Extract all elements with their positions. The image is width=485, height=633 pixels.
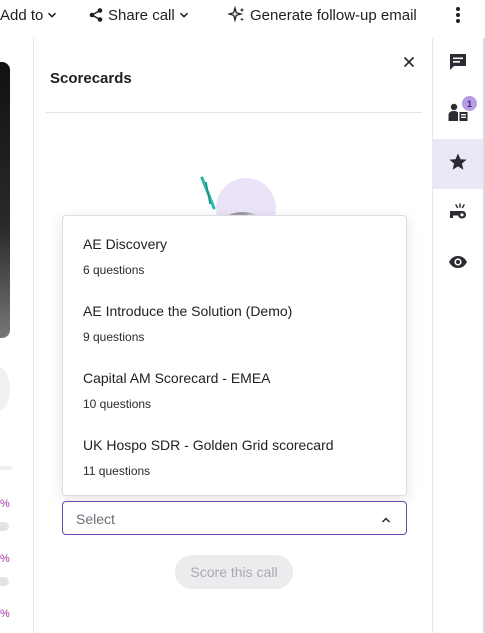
scorecard-select[interactable]: Select <box>62 501 407 535</box>
avatar <box>0 366 10 412</box>
generate-email-label: Generate follow-up email <box>250 6 417 24</box>
scorecards-panel: Scorecards AE Discovery 6 questions AE I… <box>34 38 432 633</box>
dropdown-option[interactable]: UK Hospo SDR - Golden Grid scorecard 11 … <box>63 417 406 483</box>
video-player[interactable] <box>0 62 10 338</box>
close-icon <box>403 55 415 73</box>
option-name: UK Hospo SDR - Golden Grid scorecard <box>83 437 334 453</box>
dropdown-option[interactable]: Capital AM Scorecard - EMEA 10 questions <box>63 350 406 416</box>
comment-icon <box>448 52 468 77</box>
participants-button[interactable]: 1 <box>433 89 483 139</box>
percent-label: % <box>0 498 10 510</box>
dropdown-option[interactable]: AE Discovery 6 questions <box>63 216 406 282</box>
star-icon <box>448 152 468 177</box>
share-call-button[interactable]: Share call <box>88 0 189 30</box>
left-content-strip: % % % <box>0 38 34 633</box>
chevron-up-icon <box>380 513 392 525</box>
eye-icon <box>448 255 468 274</box>
percent-label: % <box>0 608 10 620</box>
progress-bar <box>0 577 9 586</box>
generate-email-button[interactable]: Generate follow-up email <box>228 0 421 30</box>
comments-button[interactable] <box>433 39 483 89</box>
sparkle-icon <box>228 6 246 24</box>
select-value: Select <box>76 511 115 527</box>
share-icon <box>88 7 104 23</box>
option-name: Capital AM Scorecard - EMEA <box>83 370 271 386</box>
right-sidebar: 1 <box>432 38 485 633</box>
option-name: AE Discovery <box>83 236 168 252</box>
scorecard-dropdown-menu: AE Discovery 6 questions AE Introduce th… <box>62 215 407 496</box>
share-call-label: Share call <box>108 6 175 24</box>
panel-title: Scorecards <box>50 70 132 87</box>
percent-label: % <box>0 553 10 565</box>
option-question-count: 9 questions <box>83 330 145 344</box>
chevron-down-icon <box>47 10 57 20</box>
scorecards-tab[interactable] <box>433 139 483 189</box>
toolbar: Add to Share call Generate follow-up ema… <box>0 0 485 30</box>
vertical-dots-icon <box>455 6 461 24</box>
score-call-button[interactable]: Score this call <box>175 555 293 589</box>
option-question-count: 6 questions <box>83 263 145 277</box>
coaching-button[interactable] <box>433 189 483 239</box>
progress-bar <box>0 522 9 531</box>
add-to-button[interactable]: Add to <box>0 0 57 30</box>
option-question-count: 11 questions <box>83 464 151 478</box>
more-options-button[interactable] <box>448 0 468 30</box>
option-question-count: 10 questions <box>83 397 152 411</box>
notification-badge: 1 <box>462 96 477 111</box>
whistle-icon <box>447 202 469 227</box>
option-name: AE Introduce the Solution (Demo) <box>83 303 293 319</box>
add-to-label: Add to <box>0 6 44 24</box>
panel-divider <box>46 112 422 113</box>
visibility-button[interactable] <box>433 239 483 289</box>
dropdown-option[interactable]: AE Introduce the Solution (Demo) 9 quest… <box>63 283 406 349</box>
chevron-down-icon <box>179 10 189 20</box>
divider <box>0 466 12 470</box>
close-button[interactable] <box>400 55 418 73</box>
